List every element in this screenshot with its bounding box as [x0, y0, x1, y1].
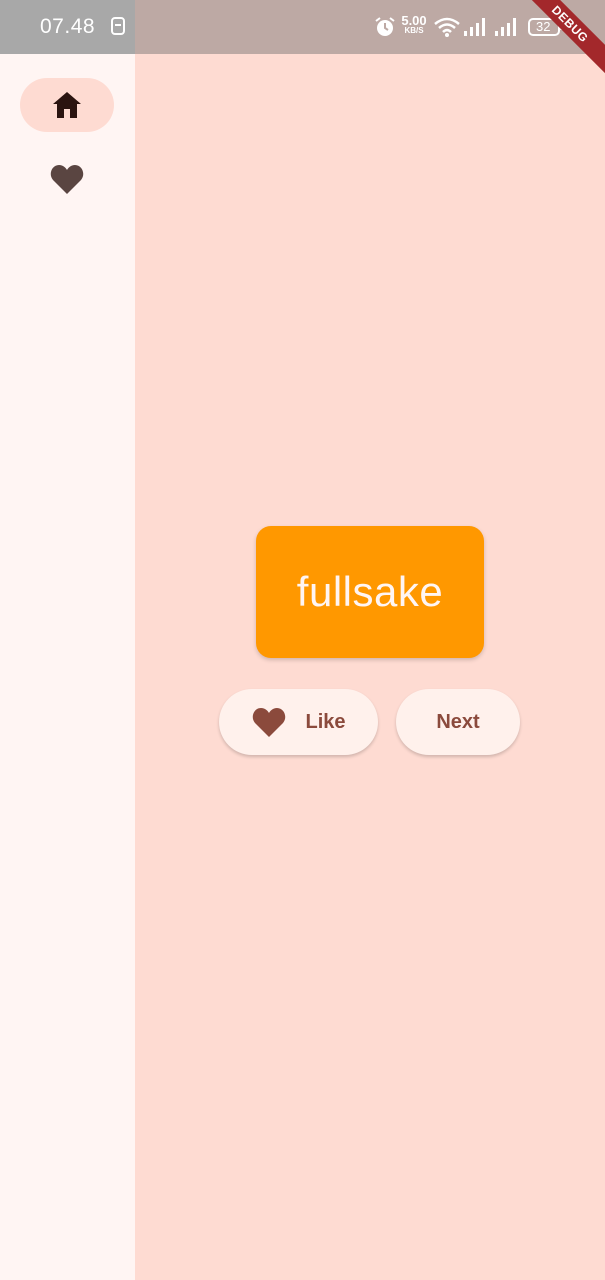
status-bar: 07.48 5.00 KB/S 32 DEBUG	[0, 0, 605, 78]
home-icon	[53, 92, 81, 118]
next-button-label: Next	[436, 710, 480, 733]
rail-destination-favorites[interactable]	[20, 152, 114, 206]
debug-banner: DEBUG	[516, 0, 605, 78]
heart-icon	[50, 165, 84, 194]
network-speed-unit: KB/S	[404, 26, 424, 35]
navigation-rail	[0, 54, 135, 1280]
like-button-label: Like	[305, 710, 346, 733]
word-pair-card: fullsake	[256, 526, 484, 658]
network-speed: 5.00 KB/S	[398, 14, 430, 35]
heart-icon	[253, 708, 286, 737]
wifi-icon	[434, 17, 460, 37]
battery-level: 32	[536, 19, 551, 34]
like-button[interactable]: Like	[219, 689, 378, 755]
next-button[interactable]: Next	[396, 689, 520, 755]
status-time: 07.48	[40, 15, 96, 38]
rail-destination-home[interactable]	[20, 78, 114, 132]
signal-strength-icon	[495, 18, 516, 36]
sim-card-icon	[111, 17, 125, 35]
signal-strength-icon	[464, 18, 485, 36]
alarm-icon	[375, 17, 395, 36]
word-pair-text: fullsake	[296, 568, 444, 615]
